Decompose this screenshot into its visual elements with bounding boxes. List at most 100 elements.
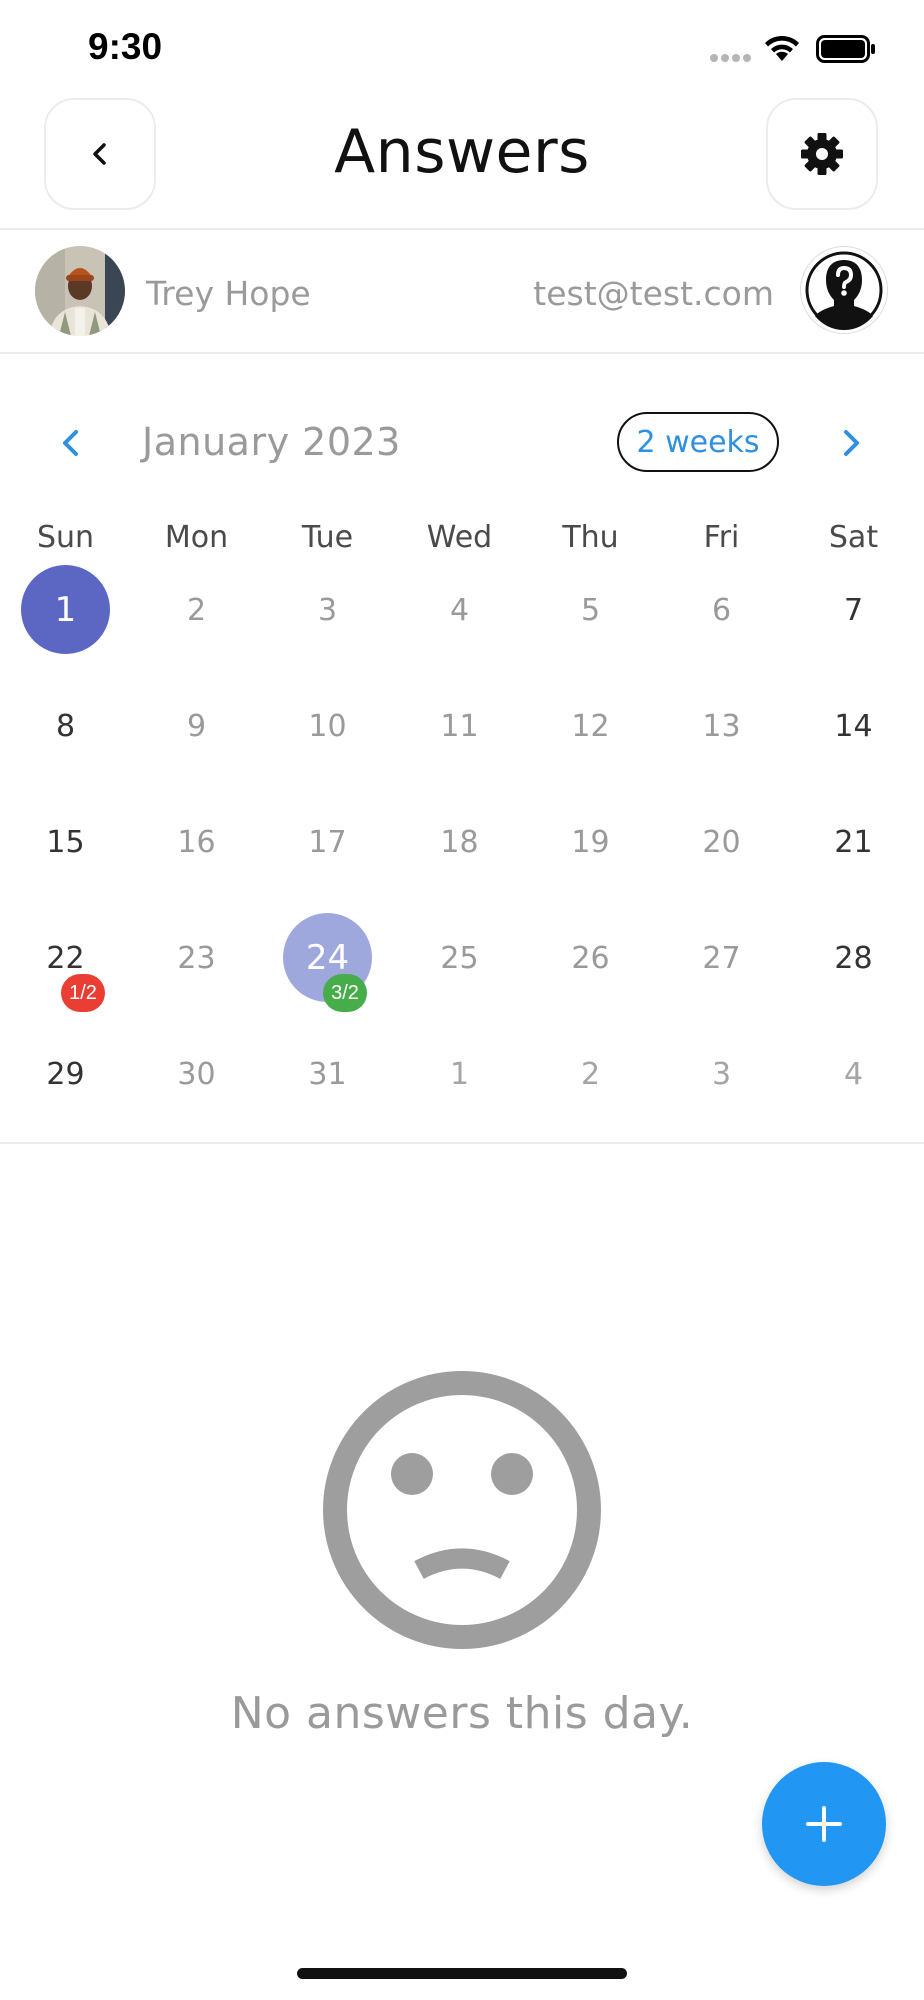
user-photo [35, 246, 125, 336]
range-toggle-button[interactable]: 2 weeks [617, 412, 779, 472]
calendar-day[interactable]: 28 [788, 900, 919, 1016]
calendar-day[interactable]: 12 [525, 668, 656, 784]
calendar-day[interactable]: 24 3/2 [262, 900, 393, 1016]
day-number: 28 [834, 940, 873, 976]
calendar-day[interactable]: 4 [394, 552, 525, 668]
calendar-day[interactable]: 7 [788, 552, 919, 668]
calendar-day[interactable]: 10 [262, 668, 393, 784]
user-question-icon [805, 251, 883, 330]
header-divider [0, 228, 924, 230]
day-number: 1 [449, 1056, 470, 1092]
day-number: 24 [305, 938, 350, 978]
day-number: 31 [308, 1056, 347, 1092]
calendar-day[interactable]: 20 [656, 784, 787, 900]
day-number: 25 [440, 940, 479, 976]
calendar-divider [0, 1142, 924, 1144]
calendar-day[interactable]: 26 [525, 900, 656, 1016]
calendar-day[interactable]: 22 1/2 [0, 900, 131, 1016]
calendar-day[interactable]: 3 [262, 552, 393, 668]
calendar-day[interactable]: 6 [656, 552, 787, 668]
calendar-day[interactable]: 9 [131, 668, 262, 784]
calendar-day[interactable]: 3 [656, 1016, 787, 1132]
chevron-right-icon [844, 430, 859, 456]
calendar-day[interactable]: 23 [131, 900, 262, 1016]
day-number: 2 [186, 592, 207, 628]
day-number: 13 [702, 708, 741, 744]
calendar-day[interactable]: 29 [0, 1016, 131, 1132]
plus-icon [806, 1806, 842, 1842]
day-number: 9 [186, 708, 207, 744]
calendar-day[interactable]: 13 [656, 668, 787, 784]
day-number: 29 [46, 1056, 85, 1092]
calendar-day[interactable]: 27 [656, 900, 787, 1016]
sad-face-icon [323, 1371, 601, 1649]
day-number: 26 [571, 940, 610, 976]
calendar-day[interactable]: 21 [788, 784, 919, 900]
weekday-label: Tue [301, 520, 354, 550]
calendar-day[interactable]: 16 [131, 784, 262, 900]
day-number: 10 [308, 708, 347, 744]
cellular-signal-icon [710, 54, 751, 62]
avatar[interactable] [35, 246, 125, 336]
next-month-button[interactable] [826, 418, 876, 468]
day-number: 4 [449, 592, 470, 628]
day-number: 30 [177, 1056, 216, 1092]
calendar-day[interactable]: 1 [394, 1016, 525, 1132]
user-email: test@test.com [533, 274, 774, 313]
calendar-day[interactable]: 18 [394, 784, 525, 900]
settings-button[interactable] [766, 98, 878, 210]
day-number: 7 [843, 592, 864, 628]
weekday-label: Mon [164, 520, 229, 550]
calendar-day[interactable]: 25 [394, 900, 525, 1016]
previous-month-button[interactable] [46, 418, 96, 468]
day-number: 19 [571, 824, 610, 860]
weekday-label: Thu [562, 520, 619, 550]
chevron-left-icon [63, 430, 78, 456]
calendar-day[interactable]: 2 [525, 1016, 656, 1132]
empty-state-message: No answers this day. [230, 1688, 694, 1739]
calendar-day[interactable]: 8 [0, 668, 131, 784]
day-number: 8 [55, 708, 76, 744]
answer-count-badge: 1/2 [61, 974, 105, 1012]
day-number: 20 [702, 824, 741, 860]
calendar-day[interactable]: 11 [394, 668, 525, 784]
weekday-label: Sat [828, 520, 879, 550]
day-number: 16 [177, 824, 216, 860]
add-answer-button[interactable] [762, 1762, 886, 1886]
day-number: 21 [834, 824, 873, 860]
day-number: 11 [440, 708, 479, 744]
day-number: 18 [440, 824, 479, 860]
weekday-header: Sun Mon Tue Wed Thu Fri Sat [0, 518, 924, 550]
wifi-icon [765, 35, 799, 61]
calendar-day[interactable]: 2 [131, 552, 262, 668]
weekday-label: Sun [36, 520, 95, 550]
day-number: 6 [711, 592, 732, 628]
battery-icon [816, 35, 875, 63]
calendar-day[interactable]: 19 [525, 784, 656, 900]
status-time: 9:30 [88, 26, 163, 67]
home-indicator [297, 1968, 627, 1979]
day-number: 2 [580, 1056, 601, 1092]
calendar-day[interactable]: 14 [788, 668, 919, 784]
answer-count-badge: 3/2 [323, 974, 367, 1012]
day-number: 27 [702, 940, 741, 976]
unknown-user-avatar[interactable] [800, 246, 888, 334]
day-number: 15 [46, 824, 85, 860]
day-number: 12 [571, 708, 610, 744]
user-divider [0, 352, 924, 354]
status-bar: 9:30 [0, 0, 924, 100]
day-number: 3 [711, 1056, 732, 1092]
calendar-day[interactable]: 5 [525, 552, 656, 668]
day-number: 17 [308, 824, 347, 860]
day-number: 4 [843, 1056, 864, 1092]
calendar-day[interactable]: 1 [0, 552, 131, 668]
calendar-day[interactable]: 17 [262, 784, 393, 900]
user-name: Trey Hope [146, 274, 311, 313]
calendar-day[interactable]: 4 [788, 1016, 919, 1132]
day-number: 5 [580, 592, 601, 628]
calendar-day[interactable]: 31 [262, 1016, 393, 1132]
weekday-label: Fri [703, 520, 740, 550]
calendar-day[interactable]: 30 [131, 1016, 262, 1132]
day-number: 14 [834, 708, 873, 744]
calendar-day[interactable]: 15 [0, 784, 131, 900]
